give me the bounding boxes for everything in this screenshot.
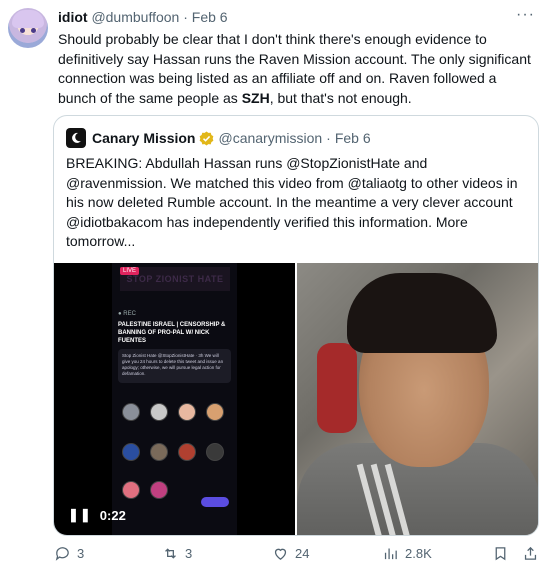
speaker-avatar: [122, 481, 140, 499]
bookmark-button[interactable]: [492, 545, 515, 562]
rec-label: ● REC: [118, 311, 136, 317]
verified-badge-icon: [200, 130, 214, 146]
pause-icon[interactable]: ❚❚: [68, 507, 92, 523]
live-badge: LIVE: [120, 267, 140, 275]
avatar-hair: [12, 10, 44, 28]
heart-icon: [274, 548, 287, 560]
avatar-eye-left: [20, 28, 25, 33]
video-time-label: 0:22: [99, 507, 126, 523]
speaker-avatar: [122, 443, 140, 461]
views-count: 2.8K: [405, 546, 432, 561]
canary-mission-logo-icon: [66, 128, 86, 148]
post-text-part2: , but that's not enough.: [269, 89, 412, 106]
avatar-eye-right: [31, 28, 36, 33]
quoted-media: STOP ZIONIST HATE LIVE ● REC PALESTINE I…: [54, 263, 538, 535]
photo-image[interactable]: [297, 263, 538, 535]
share-button[interactable]: [522, 545, 545, 562]
quoted-post[interactable]: Canary Mission @canarymission · Feb 6 BR…: [53, 115, 539, 536]
more-options-icon[interactable]: ···: [516, 6, 535, 24]
quoted-post-date[interactable]: Feb 6: [335, 130, 371, 146]
post-text: Should probably be clear that I don't th…: [58, 30, 538, 108]
red-chair-shape: [317, 343, 357, 433]
reply-icon: [55, 547, 69, 561]
bookmark-icon: [495, 547, 506, 561]
hair-shape: [347, 273, 497, 353]
author-name[interactable]: idiot: [58, 9, 88, 25]
phone-screenshot: STOP ZIONIST HATE LIVE ● REC PALESTINE I…: [112, 263, 237, 535]
video-timestamp[interactable]: ❚❚ 0:22: [68, 507, 126, 523]
action-bar: 3 3 24 2.8K: [54, 545, 540, 565]
video-player[interactable]: STOP ZIONIST HATE LIVE ● REC PALESTINE I…: [54, 263, 295, 535]
views-button[interactable]: 2.8K: [382, 545, 432, 562]
repost-count: 3: [185, 546, 193, 561]
speaker-avatar: [178, 403, 196, 421]
like-count: 24: [295, 546, 310, 561]
reply-count: 3: [77, 546, 85, 561]
speaker-avatar: [150, 443, 168, 461]
quoted-author-name[interactable]: Canary Mission: [92, 130, 195, 146]
like-button[interactable]: 24: [272, 545, 309, 562]
embedded-tweet-text: Stop Zionist Hate @StopZionistHate · 3h …: [122, 353, 224, 376]
post-text-bold: SZH: [241, 89, 270, 106]
post-date[interactable]: Feb 6: [192, 9, 228, 25]
quoted-date-separator: ·: [326, 130, 331, 146]
reply-button[interactable]: 3: [54, 545, 84, 562]
views-chart-icon: [384, 548, 397, 560]
speaker-avatar: [206, 443, 224, 461]
speaker-avatar: [178, 443, 196, 461]
purple-pill: [201, 497, 229, 507]
speaker-avatar: [122, 403, 140, 421]
post-header: idiot @dumbuffoon · Feb 6: [58, 9, 228, 25]
quoted-header: Canary Mission @canarymission · Feb 6: [66, 128, 371, 148]
quoted-author-handle[interactable]: @canarymission: [218, 130, 322, 146]
author-handle[interactable]: @dumbuffoon: [91, 9, 179, 25]
embedded-tweet-card: Stop Zionist Hate @StopZionistHate · 3h …: [118, 349, 231, 383]
date-separator: ·: [183, 9, 188, 25]
speaker-avatar: [206, 403, 224, 421]
speaker-avatar: [150, 403, 168, 421]
share-icon: [524, 546, 537, 560]
speaker-avatar: [150, 481, 168, 499]
repost-button[interactable]: 3: [162, 545, 192, 562]
repost-icon: [165, 548, 176, 559]
author-avatar[interactable]: [8, 8, 48, 48]
quoted-post-text: BREAKING: Abdullah Hassan runs @StopZion…: [66, 155, 518, 249]
space-title: PALESTINE ISRAEL | CENSORSHIP & BANNING …: [118, 322, 226, 344]
